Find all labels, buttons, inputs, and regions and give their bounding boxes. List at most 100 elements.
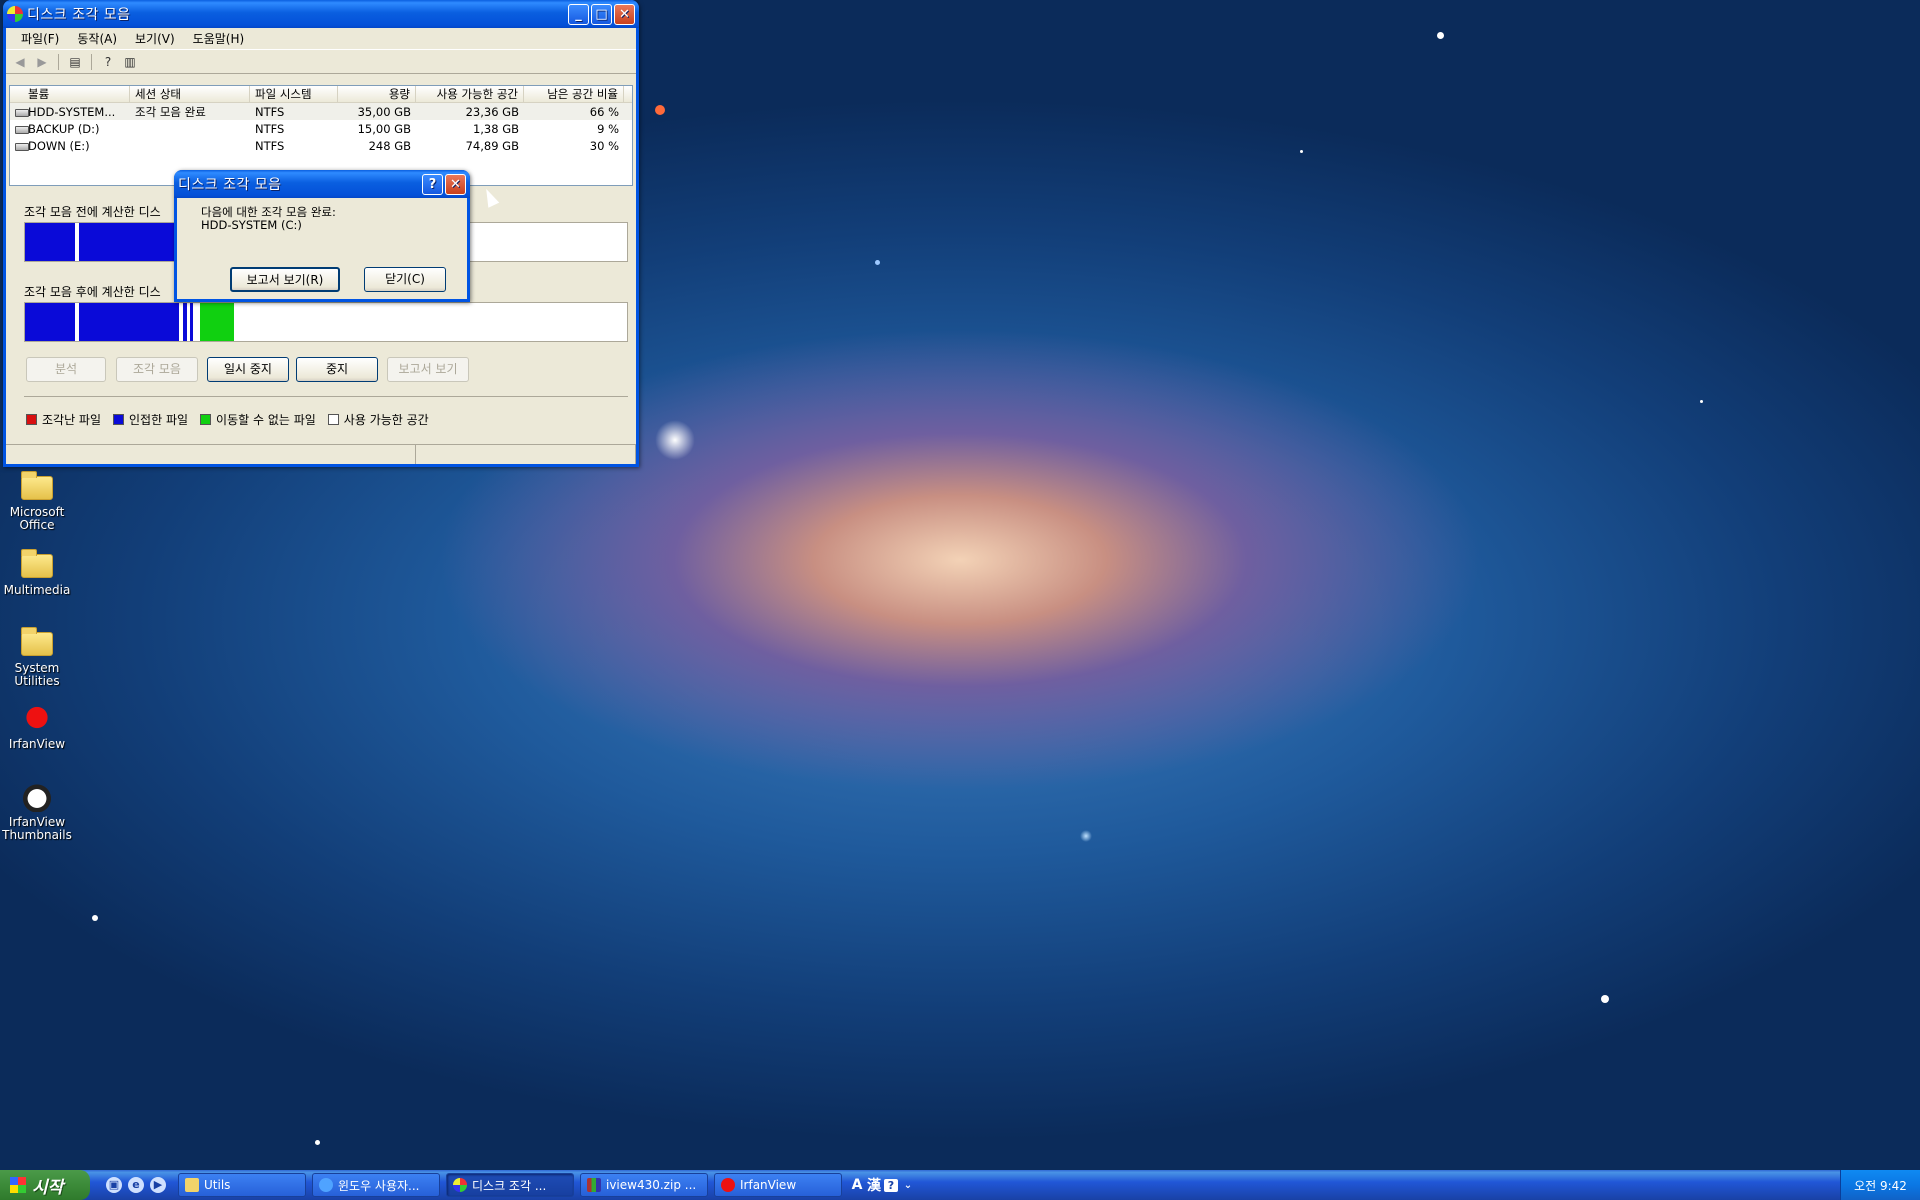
media-player-icon[interactable]: ▶ xyxy=(150,1177,166,1193)
volume-label: HDD-SYSTEM... xyxy=(28,104,116,119)
map-segment-contiguous xyxy=(183,303,187,341)
table-row[interactable]: DOWN (E:) NTFS 248 GB 74,89 GB 30 % xyxy=(10,137,632,154)
help-icon[interactable]: ? xyxy=(100,54,116,70)
legend-free: 사용 가능한 공간 xyxy=(327,411,429,428)
table-row[interactable]: HDD-SYSTEM... 조각 모음 완료 NTFS 35,00 GB 23,… xyxy=(10,103,632,120)
table-row[interactable]: BACKUP (D:) NTFS 15,00 GB 1,38 GB 9 % xyxy=(10,120,632,137)
after-map xyxy=(24,302,628,342)
ie-icon[interactable]: e xyxy=(128,1177,144,1193)
hanja-indicator[interactable]: 漢 xyxy=(867,1175,881,1195)
volume-percent: 30 % xyxy=(589,138,619,153)
back-icon[interactable]: ◀ xyxy=(12,54,28,70)
after-map-label: 조각 모음 후에 계산한 디스 xyxy=(24,285,161,299)
menu-help[interactable]: 도움말(H) xyxy=(184,30,254,47)
status-pane xyxy=(6,445,416,464)
volume-percent: 9 % xyxy=(597,121,619,136)
volume-percent: 66 % xyxy=(589,104,619,119)
chevron-down-icon[interactable]: ⌄ xyxy=(901,1180,915,1191)
legend-contiguous: 인접한 파일 xyxy=(113,411,188,428)
volume-name: HDD-SYSTEM... xyxy=(10,105,130,119)
legend-divider xyxy=(24,396,628,397)
ie-icon xyxy=(319,1178,333,1192)
start-label: 시작 xyxy=(32,1177,64,1198)
task-label: Utils xyxy=(204,1178,231,1192)
star xyxy=(1437,32,1444,39)
irfanview-icon xyxy=(721,1178,735,1192)
toolbar-separator xyxy=(91,53,92,70)
dialog-title-bar[interactable]: 디스크 조각 모음 ? ✕ xyxy=(174,170,470,198)
drive-icon xyxy=(15,142,29,151)
volume-label: BACKUP (D:) xyxy=(28,121,100,136)
desktop-icon-multimedia[interactable]: Multimedia xyxy=(0,549,77,597)
column-free[interactable]: 사용 가능한 공간 xyxy=(416,85,524,103)
dialog-view-report-button[interactable]: 보고서 보기(R) xyxy=(230,267,340,292)
minimize-button[interactable]: _ xyxy=(568,3,589,25)
desktop-icon-microsoft-office[interactable]: Microsoft Office xyxy=(0,471,77,532)
map-segment-unmovable xyxy=(200,303,234,341)
desktop-icon-irfanview-thumbnails[interactable]: IrfanView Thumbnails xyxy=(0,782,77,842)
menu-action[interactable]: 동작(A) xyxy=(68,30,126,47)
menu-view[interactable]: 보기(V) xyxy=(126,30,184,47)
toolbar-separator xyxy=(58,53,59,70)
dialog-message-line2: HDD-SYSTEM (C:) xyxy=(201,218,302,232)
language-bar: A 漢 ? ⌄ xyxy=(850,1175,915,1195)
folder-icon xyxy=(21,471,53,502)
star xyxy=(655,105,665,115)
close-button[interactable]: ✕ xyxy=(614,3,635,25)
task-defrag[interactable]: 디스크 조각 ... xyxy=(446,1173,574,1197)
menu-bar: 파일(F) 동작(A) 보기(V) 도움말(H) xyxy=(6,28,636,50)
drive-icon xyxy=(15,108,29,117)
volume-name: DOWN (E:) xyxy=(10,139,130,153)
task-irfanview[interactable]: IrfanView xyxy=(714,1173,842,1197)
task-label: 윈도우 사용자... xyxy=(338,1178,420,1193)
windows-flag-icon xyxy=(10,1177,26,1193)
help-button[interactable]: ? xyxy=(422,173,443,195)
view-report-button[interactable]: 보고서 보기 xyxy=(387,357,469,382)
column-volume[interactable]: 볼륨 xyxy=(10,85,130,103)
forward-icon[interactable]: ▶ xyxy=(34,54,50,70)
column-filesystem[interactable]: 파일 시스템 xyxy=(250,85,338,103)
defrag-button[interactable]: 조각 모음 xyxy=(116,357,198,382)
title-bar[interactable]: 디스크 조각 모음 _ □ ✕ xyxy=(3,0,639,28)
task-browser[interactable]: 윈도우 사용자... xyxy=(312,1173,440,1197)
stop-button[interactable]: 중지 xyxy=(296,357,378,382)
show-desktop-icon[interactable]: ▣ xyxy=(106,1177,122,1193)
input-mode-indicator[interactable]: A xyxy=(850,1177,864,1193)
star xyxy=(875,260,880,265)
properties-icon[interactable]: ▤ xyxy=(67,54,83,70)
star xyxy=(1300,150,1303,153)
dialog-title: 디스크 조각 모음 xyxy=(178,177,282,193)
menu-file[interactable]: 파일(F) xyxy=(12,30,68,47)
legend-fragmented: 조각난 파일 xyxy=(26,411,101,428)
clock[interactable]: 오전 9:42 xyxy=(1854,1177,1907,1194)
legend: 조각난 파일 인접한 파일 이동할 수 없는 파일 사용 가능한 공간 xyxy=(26,411,429,428)
dialog-close-action-button[interactable]: 닫기(C) xyxy=(364,267,446,292)
analyze-button[interactable]: 분석 xyxy=(26,357,106,382)
desktop-icon-system-utilities[interactable]: System Utilities xyxy=(0,627,77,688)
start-button[interactable]: 시작 xyxy=(0,1170,90,1200)
dialog-close-button[interactable]: ✕ xyxy=(445,173,466,195)
folder-icon xyxy=(21,549,53,580)
map-segment-contiguous xyxy=(25,223,75,261)
task-zip[interactable]: iview430.zip ... xyxy=(580,1173,708,1197)
panda-icon xyxy=(21,782,53,812)
view-icon[interactable]: ▥ xyxy=(122,54,138,70)
pause-button[interactable]: 일시 중지 xyxy=(207,357,289,382)
task-utils[interactable]: Utils xyxy=(178,1173,306,1197)
star xyxy=(1080,830,1092,842)
drive-icon xyxy=(15,125,29,134)
column-percent[interactable]: 남은 공간 비율 xyxy=(524,85,624,103)
desktop-icon-irfanview[interactable]: IrfanView xyxy=(0,704,77,751)
legend-label: 이동할 수 없는 파일 xyxy=(216,413,316,427)
legend-label: 조각난 파일 xyxy=(42,413,102,427)
defrag-icon xyxy=(453,1178,467,1192)
folder-icon xyxy=(21,627,53,658)
legend-swatch xyxy=(113,414,125,425)
column-capacity[interactable]: 용량 xyxy=(338,85,416,103)
column-status[interactable]: 세션 상태 xyxy=(130,85,250,103)
volume-name: BACKUP (D:) xyxy=(10,122,130,136)
star xyxy=(92,915,98,921)
help-icon[interactable]: ? xyxy=(884,1178,898,1192)
defrag-icon xyxy=(7,6,23,22)
maximize-button[interactable]: □ xyxy=(591,3,612,25)
